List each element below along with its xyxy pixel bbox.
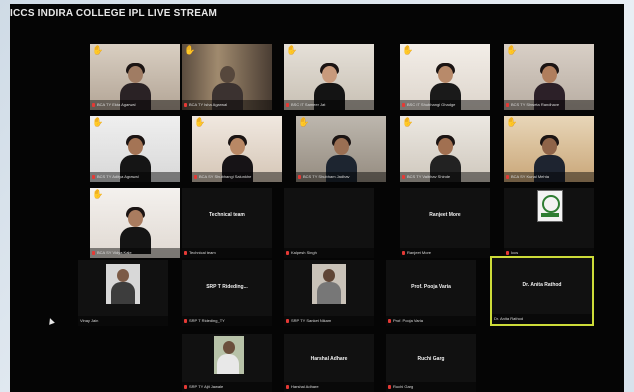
- raised-hand-icon: ✋: [92, 45, 104, 55]
- participant-tile[interactable]: ✋ BCS TY Shubham Jadhav: [296, 116, 386, 182]
- participant-name-label: Prof. Pooja Varia: [386, 316, 476, 326]
- participant-name-label: Ranjeet More: [400, 248, 490, 258]
- participant-avatar: [106, 264, 140, 304]
- participant-tile[interactable]: ✋ BCS TY Shweta Randhave: [504, 44, 594, 110]
- participant-name-label: BCA TY Ekta Agarwal: [90, 100, 180, 110]
- participant-display-name: SRP T Rideding...: [206, 284, 248, 290]
- raised-hand-icon: ✋: [298, 117, 310, 127]
- muted-mic-icon: [506, 102, 509, 107]
- muted-mic-icon: [402, 174, 405, 179]
- muted-mic-icon: [286, 318, 289, 323]
- participant-display-name: Harshal Adhare: [310, 356, 348, 362]
- mouse-cursor-icon: [47, 317, 55, 325]
- participant-avatar: [312, 264, 346, 304]
- participant-tile[interactable]: Harshal Adhare Harshal Adhare: [284, 334, 374, 392]
- participant-tile[interactable]: Kalpesh Singh: [284, 188, 374, 258]
- muted-mic-icon: [506, 250, 509, 255]
- participant-tile[interactable]: ✋ BCA SY Kunal Mehta: [504, 116, 594, 182]
- participant-name-label: Technical team: [182, 248, 272, 258]
- participant-tile[interactable]: ✋ BCS TY Aditya Agrawal: [90, 116, 180, 182]
- participant-name-label: BCA SY Kunal Mehta: [504, 172, 594, 182]
- participant-tile[interactable]: Iccs: [504, 188, 594, 258]
- muted-mic-icon: [388, 384, 391, 389]
- participant-name-label: Ruchi Garg: [386, 382, 476, 392]
- participant-tile[interactable]: Ruchi Garg Ruchi Garg: [386, 334, 476, 392]
- muted-mic-icon: [402, 102, 405, 107]
- participant-name-label: BCA SY Vidya Kale: [90, 248, 180, 258]
- participant-name-label: BCS TY Vaibhav Shinde: [400, 172, 490, 182]
- participant-name-label: BCA SY Shubhangi Salunkhe: [192, 172, 282, 182]
- participant-avatar: [214, 336, 244, 374]
- participant-tile[interactable]: SRP T Rideding... SRP T Rideding_TY: [182, 260, 272, 326]
- participant-tile[interactable]: Vinay Jain: [78, 260, 168, 326]
- muted-mic-icon: [298, 174, 301, 179]
- participant-tile[interactable]: ✋ BSC IT Shubhangi Ghadge: [400, 44, 490, 110]
- participant-tile[interactable]: Prof. Pooja Varia Prof. Pooja Varia: [386, 260, 476, 326]
- participant-name-label: Dr. Anita Rathod: [492, 314, 592, 324]
- participant-name-label: BSC IT Sameer Jat: [284, 100, 374, 110]
- muted-mic-icon: [92, 102, 95, 107]
- college-logo-icon: [537, 190, 563, 222]
- participant-name-label: Kalpesh Singh: [284, 248, 374, 258]
- muted-mic-icon: [184, 384, 187, 389]
- muted-mic-icon: [388, 318, 391, 323]
- raised-hand-icon: ✋: [402, 117, 414, 127]
- participant-display-name: Ruchi Garg: [417, 356, 445, 362]
- participant-name-label: SRP T Rideding_TY: [182, 316, 272, 326]
- muted-mic-icon: [184, 250, 187, 255]
- participant-tile[interactable]: ✋ BCA SY Shubhangi Salunkhe: [192, 116, 282, 182]
- raised-hand-icon: ✋: [184, 45, 196, 55]
- raised-hand-icon: ✋: [92, 117, 104, 127]
- participant-tile[interactable]: SRP TY Sanket Nikam: [284, 260, 374, 326]
- muted-mic-icon: [184, 102, 187, 107]
- participant-display-name: Dr. Anita Rathod: [522, 282, 562, 288]
- active-speaker-tile[interactable]: Dr. Anita Rathod Dr. Anita Rathod: [490, 256, 594, 326]
- muted-mic-icon: [92, 174, 95, 179]
- participant-tile[interactable]: Ranjeet More Ranjeet More: [400, 188, 490, 258]
- participant-tile[interactable]: ✋ BCA SY Vidya Kale: [90, 188, 180, 258]
- participant-display-name: Ranjeet More: [429, 212, 461, 218]
- participant-tile[interactable]: ✋ BCA TY Isha Agarwal: [182, 44, 272, 110]
- participant-name-label: SRP TY Sanket Nikam: [284, 316, 374, 326]
- participant-tile[interactable]: Technical team Technical team: [182, 188, 272, 258]
- participant-tile[interactable]: SRP TY Ajit Jawale: [182, 334, 272, 392]
- participant-name-label: BCS TY Aditya Agrawal: [90, 172, 180, 182]
- participant-name-label: Iccs: [504, 248, 594, 258]
- participant-display-name: Technical team: [209, 212, 245, 218]
- participant-display-name: Prof. Pooja Varia: [411, 284, 451, 290]
- participant-name-label: BCS TY Shweta Randhave: [504, 100, 594, 110]
- raised-hand-icon: ✋: [194, 117, 206, 127]
- muted-mic-icon: [92, 250, 95, 255]
- muted-mic-icon: [506, 174, 509, 179]
- participant-tile[interactable]: ✋ BCS TY Vaibhav Shinde: [400, 116, 490, 182]
- muted-mic-icon: [184, 318, 187, 323]
- participant-name-label: Harshal Adhare: [284, 382, 374, 392]
- participant-tile[interactable]: ✋ BSC IT Sameer Jat: [284, 44, 374, 110]
- raised-hand-icon: ✋: [286, 45, 298, 55]
- participant-name-label: SRP TY Ajit Jawale: [182, 382, 272, 392]
- participant-name-label: BSC IT Shubhangi Ghadge: [400, 100, 490, 110]
- raised-hand-icon: ✋: [92, 189, 104, 199]
- muted-mic-icon: [194, 174, 197, 179]
- raised-hand-icon: ✋: [506, 45, 518, 55]
- meeting-window: ICCS INDIRA COLLEGE IPL LIVE STREAM ✋ BC…: [10, 4, 624, 392]
- participant-name-label: BCS TY Shubham Jadhav: [296, 172, 386, 182]
- stream-title: ICCS INDIRA COLLEGE IPL LIVE STREAM: [10, 8, 218, 19]
- muted-mic-icon: [286, 250, 289, 255]
- muted-mic-icon: [402, 250, 405, 255]
- muted-mic-icon: [286, 102, 289, 107]
- muted-mic-icon: [286, 384, 289, 389]
- raised-hand-icon: ✋: [402, 45, 414, 55]
- participant-tile[interactable]: ✋ BCA TY Ekta Agarwal: [90, 44, 180, 110]
- raised-hand-icon: ✋: [506, 117, 518, 127]
- participant-name-label: Vinay Jain: [78, 316, 168, 326]
- participant-name-label: BCA TY Isha Agarwal: [182, 100, 272, 110]
